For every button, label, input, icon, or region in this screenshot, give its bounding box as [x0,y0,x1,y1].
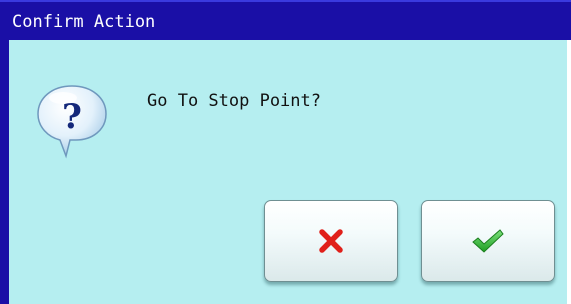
left-border [0,40,9,304]
confirm-message: Go To Stop Point? [147,91,321,111]
question-bubble-icon: ? [30,78,114,162]
svg-text:?: ? [62,97,82,137]
green-check-icon [472,229,504,253]
red-x-icon [319,229,343,253]
dialog-title: Confirm Action [12,12,156,32]
right-border [567,40,571,304]
cancel-button[interactable] [264,200,398,282]
title-bar: Confirm Action [0,0,571,40]
confirm-button[interactable] [421,200,555,282]
confirm-dialog: Confirm Action ? Go To Stop Point? [0,0,571,304]
